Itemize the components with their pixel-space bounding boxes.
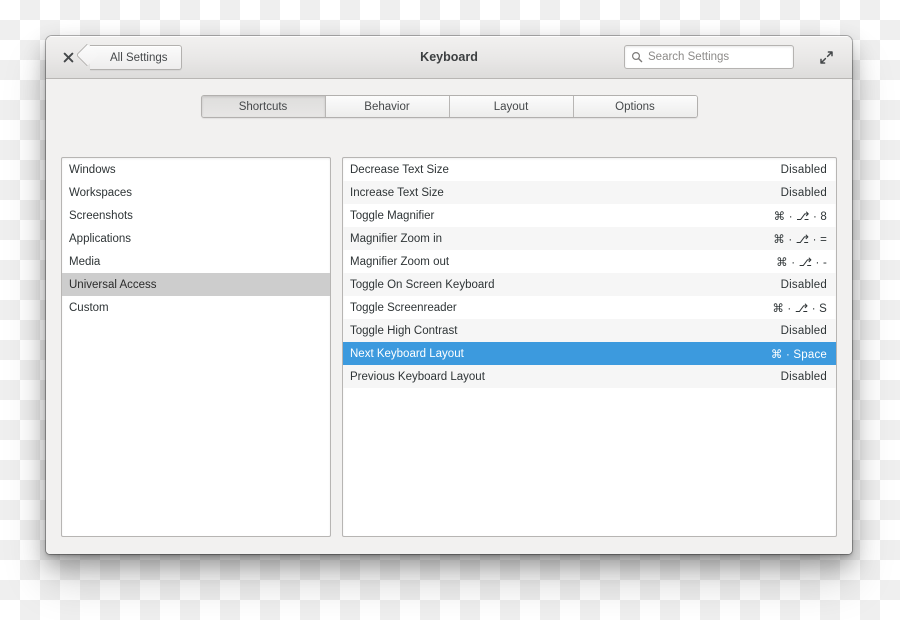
shortcut-name: Toggle Screenreader <box>350 301 457 314</box>
tab-label: Shortcuts <box>238 100 288 113</box>
back-button-label: All Settings <box>110 51 168 64</box>
panes-container: Windows Workspaces Screenshots Applications… <box>61 157 837 537</box>
shortcut-name: Toggle Magnifier <box>350 209 435 222</box>
shortcut-accelerator[interactable]: ⌘ · Space <box>771 347 827 361</box>
shortcut-list[interactable]: Decrease Text Size Disabled Increase Text … <box>342 157 837 537</box>
shortcut-accelerator[interactable]: ⌘ · ⎇ · 8 <box>774 209 827 223</box>
sidebar-item-label: Media <box>69 255 101 268</box>
table-row[interactable]: Toggle Magnifier ⌘ · ⎇ · 8 <box>343 204 836 227</box>
shortcut-accelerator[interactable]: Disabled <box>781 371 827 383</box>
sidebar-item-label: Windows <box>69 163 116 176</box>
table-row[interactable]: Toggle Screenreader ⌘ · ⎇ · S <box>343 296 836 319</box>
shortcut-name: Toggle High Contrast <box>350 324 458 337</box>
sidebar-item-workspaces[interactable]: Workspaces <box>62 181 330 204</box>
keyboard-settings-window: All Settings Keyboard Search Settings Sh… <box>46 36 852 554</box>
sidebar-item-label: Applications <box>69 232 132 245</box>
shortcut-name: Decrease Text Size <box>350 163 449 176</box>
tab-label: Behavior <box>364 100 410 113</box>
shortcut-accelerator[interactable]: Disabled <box>781 279 827 291</box>
shortcut-name: Increase Text Size <box>350 186 444 199</box>
table-row[interactable]: Magnifier Zoom out ⌘ · ⎇ · - <box>343 250 836 273</box>
table-row[interactable]: Next Keyboard Layout ⌘ · Space <box>343 342 836 365</box>
shortcut-name: Magnifier Zoom in <box>350 232 443 245</box>
sidebar-item-media[interactable]: Media <box>62 250 330 273</box>
maximize-icon[interactable] <box>816 47 836 67</box>
window-titlebar: All Settings Keyboard Search Settings <box>46 36 852 79</box>
search-placeholder: Search Settings <box>648 51 730 63</box>
shortcut-accelerator[interactable]: Disabled <box>781 164 827 176</box>
shortcut-accelerator[interactable]: ⌘ · ⎇ · = <box>773 232 827 246</box>
shortcut-name: Previous Keyboard Layout <box>350 370 485 383</box>
shortcut-accelerator[interactable]: Disabled <box>781 325 827 337</box>
table-row[interactable]: Decrease Text Size Disabled <box>343 158 836 181</box>
tab-label: Layout <box>493 100 529 113</box>
sidebar-item-windows[interactable]: Windows <box>62 158 330 181</box>
sidebar-item-label: Universal Access <box>69 278 157 291</box>
table-row[interactable]: Toggle High Contrast Disabled <box>343 319 836 342</box>
table-row[interactable]: Magnifier Zoom in ⌘ · ⎇ · = <box>343 227 836 250</box>
window-content: Shortcuts Behavior Layout Options Windows Wo… <box>46 79 852 554</box>
sidebar-item-custom[interactable]: Custom <box>62 296 330 319</box>
table-row[interactable]: Previous Keyboard Layout Disabled <box>343 365 836 388</box>
search-icon <box>631 51 643 63</box>
table-row[interactable]: Toggle On Screen Keyboard Disabled <box>343 273 836 296</box>
search-input[interactable]: Search Settings <box>624 45 794 69</box>
tab-label: Options <box>615 100 655 113</box>
shortcut-name: Toggle On Screen Keyboard <box>350 278 495 291</box>
shortcut-accelerator[interactable]: Disabled <box>781 187 827 199</box>
tab-layout[interactable]: Layout <box>449 96 574 117</box>
sidebar-item-screenshots[interactable]: Screenshots <box>62 204 330 227</box>
sidebar-item-label: Workspaces <box>69 186 133 199</box>
shortcut-name: Next Keyboard Layout <box>350 347 464 360</box>
category-sidebar[interactable]: Windows Workspaces Screenshots Applications… <box>61 157 331 537</box>
tab-bar: Shortcuts Behavior Layout Options <box>46 95 852 118</box>
sidebar-item-universal-access[interactable]: Universal Access <box>62 273 330 296</box>
tab-group: Shortcuts Behavior Layout Options <box>200 95 698 118</box>
sidebar-item-label: Custom <box>69 301 109 314</box>
sidebar-item-applications[interactable]: Applications <box>62 227 330 250</box>
shortcut-accelerator[interactable]: ⌘ · ⎇ · S <box>772 301 827 315</box>
shortcut-name: Magnifier Zoom out <box>350 255 450 268</box>
tab-behavior[interactable]: Behavior <box>325 96 450 117</box>
table-row[interactable]: Increase Text Size Disabled <box>343 181 836 204</box>
shortcut-accelerator[interactable]: ⌘ · ⎇ · - <box>776 255 827 269</box>
tab-shortcuts[interactable]: Shortcuts <box>201 96 326 117</box>
tab-options[interactable]: Options <box>573 96 697 117</box>
sidebar-item-label: Screenshots <box>69 209 133 222</box>
